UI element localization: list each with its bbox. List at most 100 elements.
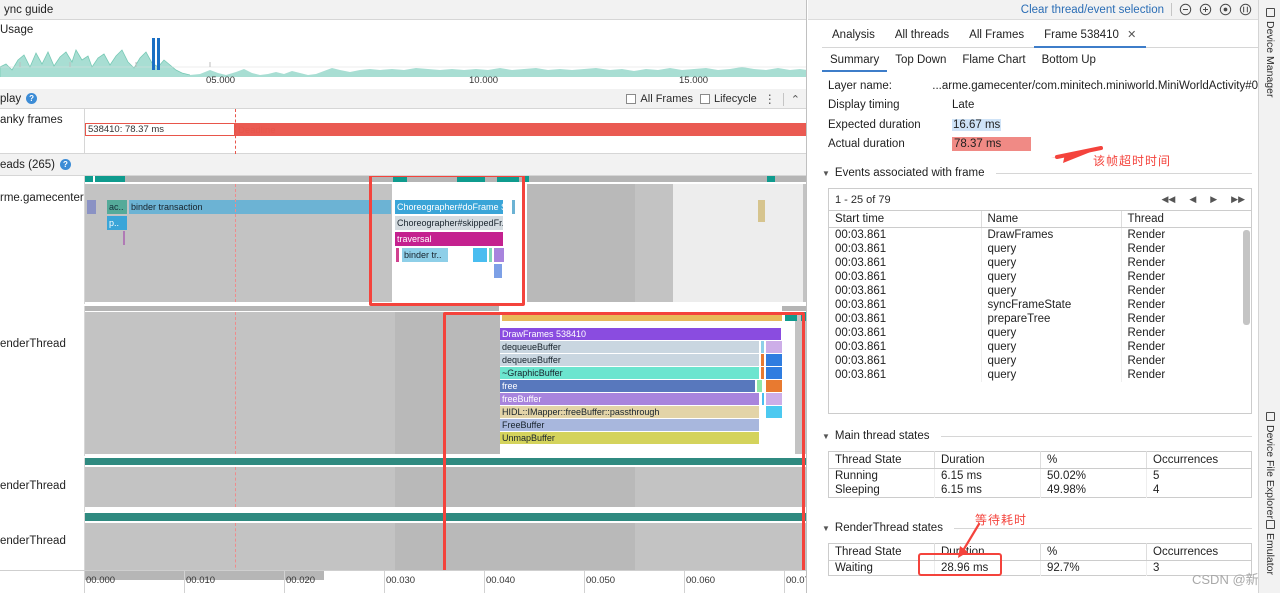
column-header-thread-state[interactable]: Thread State (828, 543, 935, 561)
cell-name: query (981, 270, 1122, 284)
tab-all-frames[interactable]: All Frames (959, 22, 1034, 48)
cell-thread-state: Sleeping (828, 483, 935, 498)
cell-duration: 28.96 ms (934, 560, 1041, 576)
flame-span[interactable]: HIDL::IMapper::freeBuffer::passthrough (500, 406, 759, 418)
table-row[interactable]: 00:03.861 query Render (829, 270, 1251, 284)
trace-span[interactable]: p.. (107, 216, 127, 230)
trace-span[interactable]: binder tr.. (402, 248, 448, 262)
table-row[interactable]: 00:03.861 query Render (829, 326, 1251, 340)
help-icon[interactable]: ? (59, 159, 71, 170)
reset-zoom-icon[interactable] (1219, 3, 1232, 16)
tab-all-threads[interactable]: All threads (885, 22, 959, 48)
thread-name-label: rme.gamecenter (0, 192, 84, 204)
threads-section-header[interactable]: eads (265) ? (0, 154, 806, 176)
flame-span[interactable]: dequeueBuffer (500, 354, 759, 366)
flame-span[interactable]: free (500, 380, 755, 392)
chevron-up-icon[interactable]: ⌃ (791, 93, 800, 106)
column-header-occurrences[interactable]: Occurrences (1146, 543, 1252, 561)
zoom-out-icon[interactable] (1179, 3, 1192, 16)
janky-frames-section: anky frames 538410: 78.37 ms Deadline (0, 109, 806, 154)
tool-emulator[interactable]: Emulator (1259, 516, 1280, 575)
cell-name: prepareTree (981, 312, 1122, 326)
help-icon[interactable]: ? (26, 93, 38, 104)
flame-span[interactable]: FreeBuffer (500, 419, 759, 431)
trace-span[interactable]: binder transaction (129, 200, 391, 214)
column-header-occurrences[interactable]: Occurrences (1146, 451, 1252, 469)
summary-key: Display timing (828, 99, 900, 112)
trace-span[interactable]: Choreographer#doFrame S... (395, 200, 503, 214)
render-thread-states-header[interactable]: ▼ RenderThread states (822, 522, 1252, 534)
thread-row[interactable]: enderThread DrawFrames 538410 dequeueBuf… (0, 306, 806, 456)
tab-bottom-up[interactable]: Bottom Up (1034, 50, 1104, 72)
threads-area[interactable]: rme.gamecenter ac.. binder transaction p… (0, 176, 806, 593)
render-thread-states-title: RenderThread states (834, 522, 943, 534)
table-row[interactable]: Waiting 28.96 ms 92.7% 3 (828, 560, 1252, 576)
first-page-icon[interactable]: ◀◀ (1161, 194, 1175, 205)
frame-summary-list: Layer name: ...arme.gamecenter/com.minit… (828, 76, 1258, 154)
column-header-percent[interactable]: % (1040, 451, 1147, 469)
janky-frames-track[interactable]: 538410: 78.37 ms Deadline (84, 109, 806, 154)
thread-row[interactable]: rme.gamecenter ac.. binder transaction p… (0, 176, 806, 304)
lifecycle-checkbox[interactable]: Lifecycle (699, 93, 757, 105)
table-row[interactable]: Running 6.15 ms 50.02% 5 (828, 468, 1252, 483)
table-row[interactable]: 00:03.861 query Render (829, 256, 1251, 270)
column-header-thread-state[interactable]: Thread State (828, 451, 935, 469)
flame-span[interactable]: freeBuffer (500, 393, 759, 405)
events-scrollbar-thumb[interactable] (1243, 230, 1250, 325)
main-thread-states-header[interactable]: ▼ Main thread states (822, 430, 1252, 442)
zoom-to-selection-icon[interactable] (1239, 3, 1252, 16)
more-options-icon[interactable]: ⋮ (764, 92, 776, 106)
events-table-scroll[interactable]: Start time Name Thread 00:03.861 DrawFram… (828, 210, 1252, 414)
thread-row[interactable]: enderThread (0, 458, 806, 512)
table-row[interactable]: 00:03.861 query Render (829, 340, 1251, 354)
thread-track[interactable]: DrawFrames 538410 dequeueBuffer dequeueB… (84, 306, 806, 456)
column-header-thread[interactable]: Thread (1121, 211, 1251, 228)
trace-span[interactable]: traversal (395, 232, 503, 246)
table-row[interactable]: 00:03.861 syncFrameState Render (829, 298, 1251, 312)
summary-value: Late (952, 99, 975, 112)
device-file-explorer-icon (1265, 412, 1275, 421)
next-page-icon[interactable]: ▶ (1210, 194, 1217, 205)
prev-page-icon[interactable]: ◀ (1189, 194, 1196, 205)
tab-flame-chart[interactable]: Flame Chart (954, 50, 1033, 72)
cpu-usage-chart[interactable] (0, 20, 807, 77)
tool-device-file-explorer[interactable]: Device File Explorer (1259, 408, 1280, 519)
table-row[interactable]: 00:03.861 query Render (829, 354, 1251, 368)
last-page-icon[interactable]: ▶▶ (1231, 194, 1245, 205)
all-frames-checkbox[interactable]: All Frames (626, 93, 693, 105)
table-row[interactable]: 00:03.861 query Render (829, 242, 1251, 256)
table-row[interactable]: 00:03.861 query Render (829, 368, 1251, 382)
column-header-percent[interactable]: % (1040, 543, 1147, 561)
column-header-duration[interactable]: Duration (934, 543, 1041, 561)
flame-span[interactable]: ~GraphicBuffer (500, 367, 759, 379)
display-section-header[interactable]: play ? All Frames Lifecycle ⋮ ⌃ (0, 89, 806, 109)
flame-span[interactable]: UnmapBuffer (500, 432, 759, 444)
clear-selection-link[interactable]: Clear thread/event selection (1021, 4, 1164, 16)
column-header-start-time[interactable]: Start time (829, 211, 982, 228)
selection-line (235, 467, 236, 507)
thread-track[interactable] (84, 458, 806, 512)
summary-row-display-timing: Display timing Late (828, 96, 1258, 116)
trace-span[interactable]: ac.. (107, 200, 127, 214)
flame-span[interactable]: DrawFrames 538410 (500, 328, 781, 340)
flame-span[interactable]: dequeueBuffer (500, 341, 759, 353)
cell-name: query (981, 284, 1122, 298)
tab-top-down[interactable]: Top Down (887, 50, 954, 72)
tab-analysis[interactable]: Analysis (822, 22, 885, 48)
tab-frame-538410[interactable]: Frame 538410 ✕ (1034, 22, 1147, 48)
table-row[interactable]: 00:03.861 prepareTree Render (829, 312, 1251, 326)
column-header-duration[interactable]: Duration (934, 451, 1041, 469)
table-row[interactable]: 00:03.861 query Render (829, 284, 1251, 298)
table-row[interactable]: Sleeping 6.15 ms 49.98% 4 (828, 483, 1252, 498)
close-icon[interactable]: ✕ (1127, 29, 1136, 41)
column-header-name[interactable]: Name (981, 211, 1122, 228)
events-section-header[interactable]: ▼ Events associated with frame (822, 167, 1252, 179)
tab-summary[interactable]: Summary (822, 50, 888, 72)
zoom-in-icon[interactable] (1199, 3, 1212, 16)
frame-bar[interactable]: 538410: 78.37 ms (85, 123, 235, 136)
tool-device-manager[interactable]: Device Manager (1259, 4, 1280, 97)
table-row[interactable]: 00:03.861 DrawFrames Render (829, 227, 1251, 242)
thread-track[interactable]: ac.. binder transaction p.. Choreographe… (84, 176, 806, 304)
deadline-label: Deadline (238, 125, 276, 136)
trace-span[interactable]: Choreographer#skippedFr... (395, 216, 503, 230)
